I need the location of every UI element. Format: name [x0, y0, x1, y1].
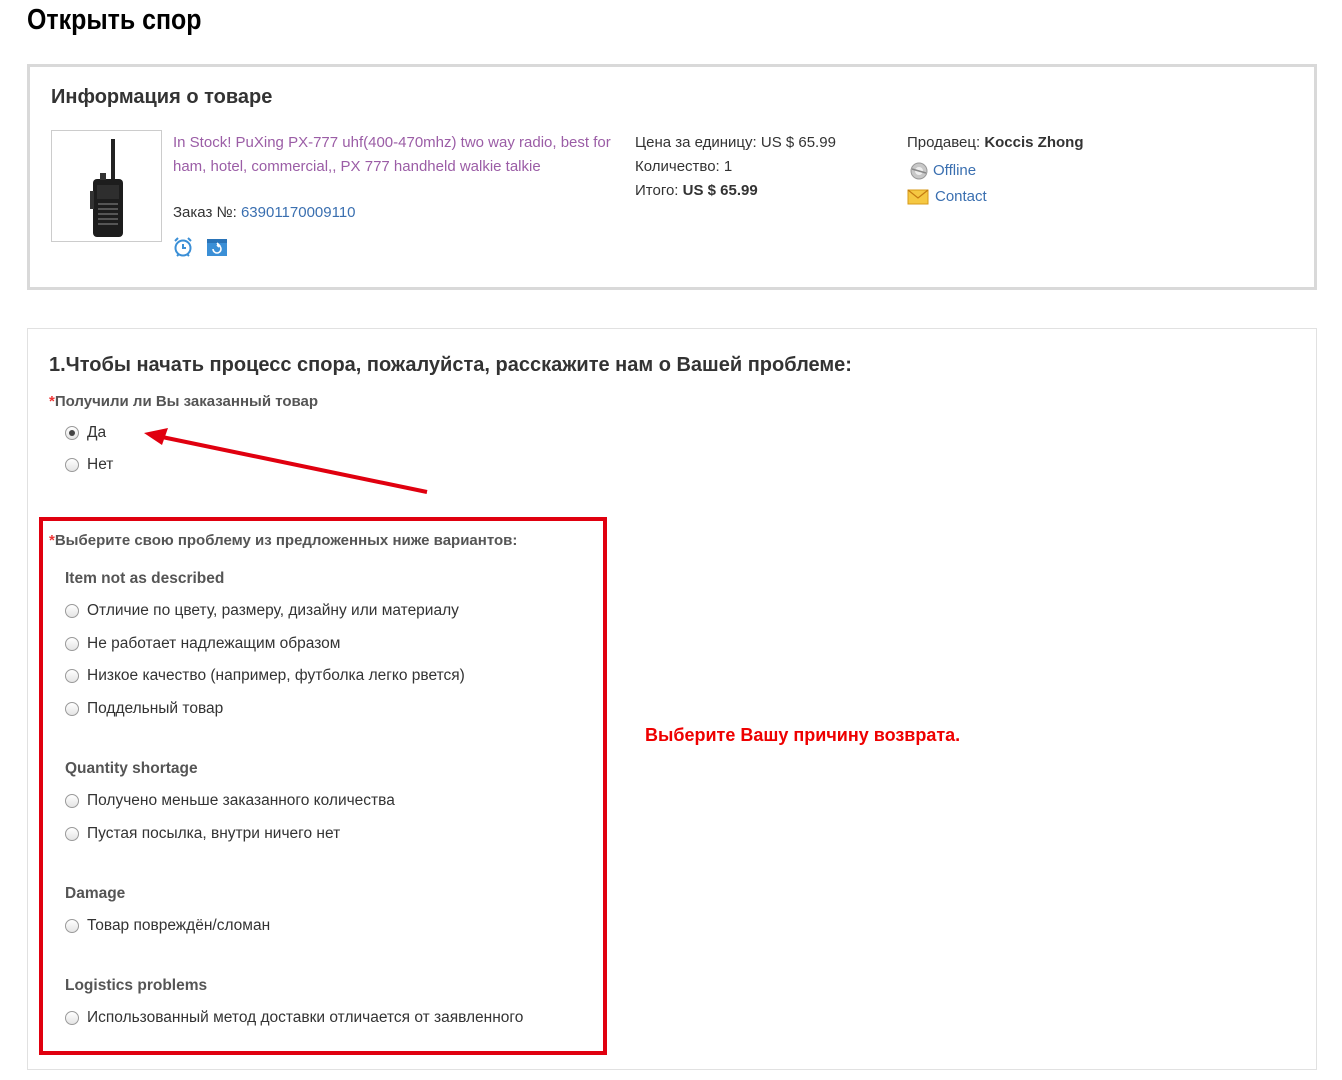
- seller-status-link[interactable]: Offline: [933, 159, 976, 183]
- envelope-icon: [907, 189, 929, 205]
- radio-label: Товар повреждён/сломан: [87, 917, 271, 934]
- problem-option[interactable]: Отличие по цвету, размеру, дизайну или м…: [65, 602, 459, 620]
- received-question: *Получили ли Вы заказанный товар: [49, 393, 318, 410]
- red-arrow-annotation: [144, 428, 428, 494]
- problem-options-highlight: [39, 517, 607, 1055]
- calendar-refresh-icon[interactable]: [206, 236, 228, 258]
- problem-option[interactable]: Низкое качество (например, футболка легк…: [65, 667, 465, 685]
- radio-label: Да: [87, 424, 107, 441]
- quantity-value: 1: [723, 158, 733, 175]
- problem-option[interactable]: Поддельный товар: [65, 700, 223, 718]
- problem-group-title: Logistics problems: [65, 977, 208, 994]
- seller-label: Продавец:: [907, 134, 985, 151]
- radio-label: Отличие по цвету, размеру, дизайну или м…: [87, 602, 459, 619]
- problem-option[interactable]: Получено меньше заказанного количества: [65, 792, 395, 810]
- radio-button[interactable]: [65, 604, 79, 618]
- seller-name: Koccis Zhong: [984, 134, 1084, 151]
- total-label: Итого:: [635, 182, 683, 199]
- radio-button[interactable]: [65, 919, 79, 933]
- contact-seller-link[interactable]: Contact: [935, 185, 987, 209]
- offline-status-icon: [907, 161, 931, 181]
- order-number-link[interactable]: 63901170009110: [241, 204, 356, 221]
- order-label: Заказ №:: [173, 204, 241, 221]
- total-value: US $ 65.99: [682, 182, 758, 199]
- problem-option[interactable]: Товар повреждён/сломан: [65, 917, 270, 935]
- quantity-row: Количество: 1: [635, 155, 836, 179]
- radio-label: Пустая посылка, внутри ничего нет: [87, 824, 341, 842]
- product-thumbnail[interactable]: [51, 130, 162, 242]
- walkie-talkie-image: [90, 139, 123, 237]
- step-heading: 1.Чтобы начать процесс спора, пожалуйста…: [49, 354, 852, 376]
- unit-price-row: Цена за единицу: US $ 65.99: [635, 131, 836, 155]
- product-info-heading: Информация о товаре: [51, 86, 273, 108]
- radio-button[interactable]: [65, 669, 79, 684]
- problem-group-title: Quantity shortage: [65, 760, 198, 777]
- radio-button[interactable]: [65, 458, 79, 472]
- problem-group-title: Damage: [65, 885, 126, 902]
- radio-button[interactable]: [65, 702, 79, 717]
- unit-price-value: US $ 65.99: [760, 134, 836, 151]
- price-block: Цена за единицу: US $ 65.99 Количество: …: [635, 131, 836, 203]
- total-row: Итого: US $ 65.99: [635, 179, 836, 203]
- radio-label: Нет: [87, 456, 114, 473]
- received-option-1[interactable]: Нет: [65, 456, 113, 474]
- seller-contact-row: Contact: [907, 185, 1083, 209]
- seller-status-row: Offline: [907, 159, 1083, 183]
- radio-button[interactable]: [65, 636, 79, 651]
- radio-label: Поддельный товар: [87, 700, 224, 718]
- return-reason-callout: Выберите Вашу причину возврата.: [645, 725, 961, 745]
- problem-option[interactable]: Пустая посылка, внутри ничего нет: [65, 825, 340, 843]
- problem-question: *Выберите свою проблему из предложенных …: [49, 532, 517, 549]
- radio-label: Использованный метод доставки отличается…: [87, 1009, 524, 1026]
- radio-button[interactable]: [65, 426, 79, 440]
- radio-label: Низкое качество (например, футболка легк…: [87, 667, 465, 685]
- radio-button[interactable]: [65, 794, 79, 808]
- seller-row: Продавец: Koccis Zhong: [907, 131, 1083, 155]
- problem-option[interactable]: Не работает надлежащим образом: [65, 635, 340, 653]
- radio-label: Не работает надлежащим образом: [87, 634, 341, 652]
- radio-button[interactable]: [65, 826, 79, 841]
- product-name-link[interactable]: In Stock! PuXing PX-777 uhf(400-470mhz) …: [173, 131, 613, 179]
- radio-label: Получено меньше заказанного количества: [87, 792, 395, 809]
- received-question-text: Получили ли Вы заказанный товар: [54, 393, 319, 410]
- problem-option[interactable]: Использованный метод доставки отличается…: [65, 1009, 523, 1027]
- problem-question-text: Выберите свою проблему из предложенных н…: [54, 532, 518, 549]
- order-number-line: Заказ №: 63901170009110: [173, 204, 356, 221]
- alarm-clock-icon[interactable]: [172, 236, 194, 258]
- radio-button[interactable]: [65, 1011, 79, 1025]
- quantity-label: Количество:: [635, 158, 724, 175]
- page-title: Открыть спор: [27, 4, 202, 36]
- unit-price-label: Цена за единицу:: [635, 134, 761, 151]
- seller-block: Продавец: Koccis Zhong Offline Contact: [907, 131, 1083, 209]
- problem-group-title: Item not as described: [65, 570, 225, 587]
- received-option-0[interactable]: Да: [65, 424, 106, 442]
